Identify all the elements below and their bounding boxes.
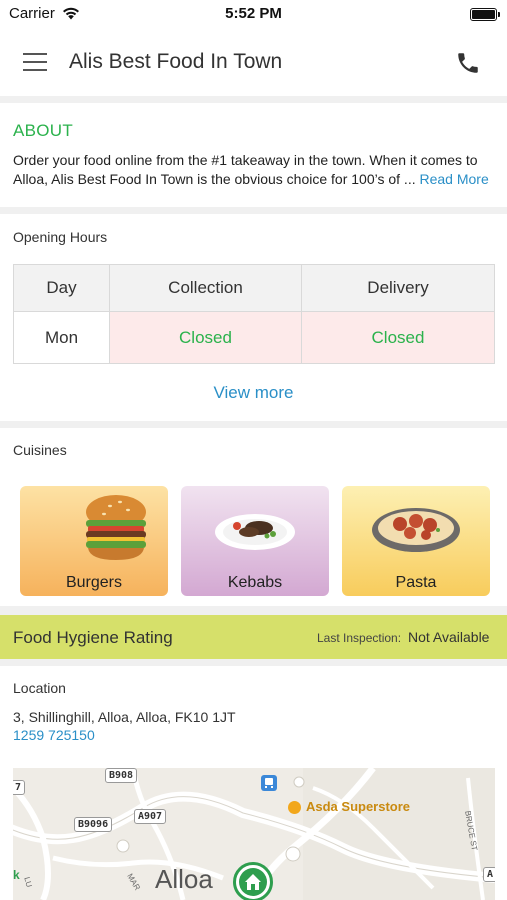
cuisine-card-burgers[interactable]: Burgers bbox=[20, 486, 168, 596]
section-divider bbox=[0, 659, 507, 666]
delivery-status: Closed bbox=[301, 311, 495, 364]
map-road-label: B9096 bbox=[74, 817, 113, 832]
clock: 5:52 PM bbox=[225, 5, 282, 22]
cuisine-card-kebabs[interactable]: Kebabs bbox=[181, 486, 329, 596]
table-row: Mon Closed Closed bbox=[13, 311, 495, 364]
view-more-link[interactable]: View more bbox=[0, 383, 507, 403]
page-title: Alis Best Food In Town bbox=[69, 50, 283, 73]
map-poi-label[interactable]: Asda Superstore bbox=[306, 799, 410, 814]
app-header: Alis Best Food In Town bbox=[0, 30, 507, 96]
phone-icon[interactable] bbox=[455, 50, 481, 76]
collection-status: Closed bbox=[109, 311, 302, 364]
last-inspection-label: Last Inspection: bbox=[317, 631, 402, 645]
table-header-row: Day Collection Delivery bbox=[13, 264, 495, 312]
location-map[interactable]: 7 B908 A907 B9096 A Asda Superstore BRUC… bbox=[13, 768, 495, 900]
map-road-label: 7 bbox=[13, 780, 26, 795]
map-town-label: Alloa bbox=[155, 864, 213, 894]
transit-icon bbox=[261, 775, 277, 791]
section-divider bbox=[0, 96, 507, 103]
opening-hours-table: Day Collection Delivery Mon Closed Close… bbox=[13, 264, 495, 364]
cuisine-card-pasta[interactable]: Pasta bbox=[342, 486, 490, 596]
map-road-label: A907 bbox=[134, 809, 167, 824]
home-icon bbox=[239, 868, 267, 896]
column-header-collection: Collection bbox=[109, 264, 302, 312]
about-description: Order your food online from the #1 takea… bbox=[13, 152, 478, 187]
day-cell: Mon bbox=[13, 311, 110, 364]
hygiene-rating-bar: Food Hygiene Rating Last Inspection: Not… bbox=[0, 615, 507, 659]
cuisines-label: Cuisines bbox=[13, 442, 67, 458]
phone-number-link[interactable]: 1259 725150 bbox=[13, 727, 95, 743]
last-inspection-value: Not Available bbox=[408, 629, 490, 645]
about-title: ABOUT bbox=[13, 121, 74, 140]
column-header-day: Day bbox=[13, 264, 110, 312]
section-divider bbox=[0, 606, 507, 615]
about-text: Order your food online from the #1 takea… bbox=[13, 151, 498, 189]
address-text: 3, Shillinghill, Alloa, Alloa, FK10 1JT bbox=[13, 709, 236, 725]
map-road-label: A bbox=[483, 867, 495, 882]
opening-hours-label: Opening Hours bbox=[13, 229, 108, 245]
map-road-label: B908 bbox=[105, 768, 138, 783]
battery-icon bbox=[470, 8, 500, 21]
menu-icon[interactable] bbox=[23, 53, 47, 71]
location-marker[interactable] bbox=[233, 862, 273, 900]
hygiene-title: Food Hygiene Rating bbox=[13, 628, 173, 647]
section-divider bbox=[0, 421, 507, 428]
read-more-link[interactable]: Read More bbox=[420, 171, 489, 187]
cuisine-label: Kebabs bbox=[227, 574, 283, 591]
section-divider bbox=[0, 207, 507, 214]
cuisine-label: Burgers bbox=[65, 574, 123, 591]
map-label: k bbox=[13, 868, 20, 882]
column-header-delivery: Delivery bbox=[301, 264, 495, 312]
cuisine-label: Pasta bbox=[395, 574, 437, 591]
location-label: Location bbox=[13, 680, 66, 696]
status-bar: Carrier 5:52 PM bbox=[0, 0, 507, 30]
store-icon bbox=[288, 801, 301, 814]
